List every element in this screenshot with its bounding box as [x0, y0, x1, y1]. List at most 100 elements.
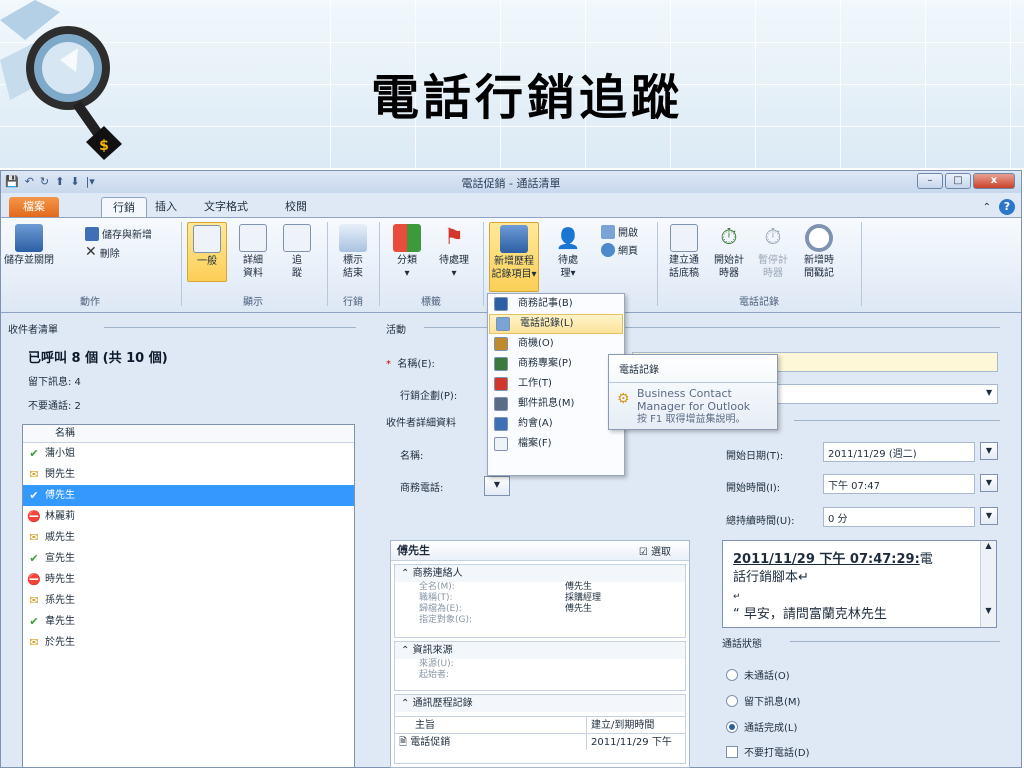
menu-item[interactable]: 郵件訊息(M)	[488, 394, 624, 414]
contact-card: 傅先生 ☑ 選取 ⌃ 商務連絡人 全名(M): 傅先生 職稱(T): 採購經理 歸檔…	[390, 540, 690, 768]
chevron-up-icon: ⌃	[401, 568, 410, 579]
help-icon[interactable]: ?	[999, 199, 1015, 215]
source-section: ⌃ 資訊來源 來源(U): 起始者:	[394, 641, 686, 691]
message-icon: ✉	[29, 594, 39, 607]
duration-input[interactable]: 0 分	[823, 507, 975, 527]
mark-complete-button[interactable]: 標示 結束	[333, 224, 373, 280]
call-complete-icon: ✔	[29, 447, 39, 460]
list-item[interactable]: ✉ 於先生	[23, 632, 354, 653]
radio-not-called[interactable]: 未通話(O)	[726, 667, 790, 682]
start-time-dropdown[interactable]: ▼	[980, 474, 998, 492]
save-close-button[interactable]: 儲存並關閉	[3, 224, 55, 267]
create-script-button[interactable]: 建立通 話底稿	[663, 224, 705, 280]
contact-card-header: 傅先生 ☑ 選取	[391, 541, 689, 561]
recipient-list-header: 收件者清單	[8, 321, 358, 336]
menu-item[interactable]: 商務記事(B)	[488, 294, 624, 314]
recipient-name-label: 名稱:	[400, 451, 424, 462]
do-not-call-checkbox[interactable]: 不要打電話(D)	[726, 744, 810, 759]
table-row[interactable]: 🗎 電話促銷 2011/11/29 下午	[395, 733, 685, 750]
pause-stopwatch-icon: ⏱	[764, 225, 782, 250]
list-item[interactable]: ✔ 宣先生	[23, 548, 354, 569]
gear-icon: ⚙	[617, 391, 630, 407]
list-item[interactable]: ⛔ 時先生	[23, 569, 354, 590]
start-time-input[interactable]: 下午 07:47	[823, 474, 975, 494]
trace-view-button[interactable]: 追 蹤	[277, 224, 317, 280]
tab-review[interactable]: 校閱	[273, 197, 319, 217]
column-subject[interactable]: 主旨	[395, 717, 587, 733]
list-column-name[interactable]: 名稱	[23, 425, 354, 443]
call-notes-editor[interactable]: 2011/11/29 下午 07:47:29:電 話行銷腳本↵ ↵ “ 早安，請…	[722, 540, 997, 628]
general-view-icon	[193, 225, 221, 253]
svg-text:$: $	[99, 138, 109, 154]
open-button[interactable]: 開啟	[601, 224, 638, 239]
menu-item[interactable]: 商機(O)	[488, 334, 624, 354]
menu-item[interactable]: 工作(T)	[488, 374, 624, 394]
call-complete-icon: ✔	[29, 489, 39, 502]
list-item[interactable]: ✉ 戚先生	[23, 527, 354, 548]
campaign-dropdown-icon[interactable]: ▼	[986, 388, 992, 397]
general-view-button[interactable]: 一般	[187, 222, 227, 282]
select-icon: ☑	[638, 547, 648, 558]
select-contact-button[interactable]: ☑ 選取	[639, 543, 671, 563]
list-item[interactable]: ⛔ 林麗莉	[23, 506, 354, 527]
tab-format-text[interactable]: 文字格式	[193, 197, 259, 217]
task-icon	[494, 377, 508, 391]
duration-dropdown[interactable]: ▼	[980, 507, 998, 525]
tab-file[interactable]: 檔案	[9, 197, 59, 217]
pause-timer-button[interactable]: ⏱ 暫停計 時器	[753, 224, 793, 280]
notes-scrollbar[interactable]: ▲ ▼	[980, 541, 996, 627]
maximize-button[interactable]: □	[945, 173, 971, 189]
list-item[interactable]: ✔ 韋先生	[23, 611, 354, 632]
column-date[interactable]: 建立/到期時間	[587, 717, 654, 733]
group-label-call-log: 電話記錄	[739, 297, 779, 308]
list-item[interactable]: ✉ 閔先生	[23, 464, 354, 485]
close-button[interactable]: x	[973, 173, 1015, 189]
call-status-header: 通話狀態	[722, 635, 1000, 650]
radio-call-completed[interactable]: 通話完成(L)	[726, 719, 797, 734]
clock-icon	[805, 224, 833, 252]
start-date-dropdown[interactable]: ▼	[980, 442, 998, 460]
add-timestamp-button[interactable]: 新增時 間戳記	[797, 224, 841, 280]
group-label-tags: 標籤	[421, 297, 441, 308]
list-item[interactable]: ✔ 蒲小姐	[23, 443, 354, 464]
tab-marketing[interactable]: 行銷	[101, 197, 147, 217]
source-section-header[interactable]: ⌃ 資訊來源	[395, 642, 685, 659]
menu-item[interactable]: 電話記錄(L)	[489, 314, 623, 334]
start-date-input[interactable]: 2011/11/29 (週二)	[823, 442, 975, 462]
categorize-button[interactable]: 分類 ▾	[387, 224, 427, 280]
do-not-call-icon: ⛔	[27, 510, 41, 523]
menu-item[interactable]: 約會(A)	[488, 414, 624, 434]
list-item[interactable]: ✔ 傅先生	[23, 485, 354, 506]
menu-item[interactable]: 商務專案(P)	[488, 354, 624, 374]
mark-complete-icon	[339, 224, 367, 252]
start-time-label: 開始時間(I):	[726, 483, 781, 494]
assign-followup-button[interactable]: 👤 待處 理▾	[551, 224, 585, 280]
opportunity-icon	[494, 337, 508, 351]
delete-button[interactable]: ✕ 刪除	[85, 244, 120, 260]
delete-icon: ✕	[85, 244, 97, 260]
minimize-button[interactable]: –	[917, 173, 943, 189]
start-date-label: 開始日期(T):	[726, 451, 784, 462]
business-phone-dropdown[interactable]: ▼	[484, 476, 510, 496]
followup-button[interactable]: ⚑ 待處理 ▾	[431, 224, 477, 280]
document-icon: 🗎	[399, 737, 408, 748]
radio-left-message[interactable]: 留下訊息(M)	[726, 693, 800, 708]
trace-view-icon	[283, 224, 311, 252]
list-item[interactable]: ✉ 孫先生	[23, 590, 354, 611]
start-timer-button[interactable]: ⏱ 開始計 時器	[709, 224, 749, 280]
flag-icon: ⚑	[444, 225, 464, 250]
history-section-header[interactable]: ⌃ 通訊歷程記錄	[395, 695, 685, 712]
menu-item[interactable]: 檔案(F)	[488, 434, 624, 454]
message-icon: ✉	[29, 468, 39, 481]
email-icon	[494, 397, 508, 411]
business-contact-section-header[interactable]: ⌃ 商務連絡人	[395, 565, 685, 582]
business-note-icon	[494, 297, 508, 311]
new-history-item-button[interactable]: 新增歷程 記錄項目▾	[489, 222, 539, 292]
appointment-icon	[494, 417, 508, 431]
ribbon-collapse-icon[interactable]: ⌃	[983, 202, 991, 213]
recipient-list[interactable]: 名稱 ✔ 蒲小姐 ✉ 閔先生 ✔ 傅先生 ⛔ 林麗莉 ✉ 戚先生 ✔ 宣先生 ⛔ 時先生 ✉ 孫先生 ✔ 韋先生 ✉…	[22, 424, 355, 768]
webpage-button[interactable]: 網頁	[601, 242, 638, 257]
tab-insert[interactable]: 插入	[143, 197, 189, 217]
save-new-button[interactable]: 儲存與新增	[85, 226, 152, 241]
details-view-button[interactable]: 詳細 資料	[233, 224, 273, 280]
